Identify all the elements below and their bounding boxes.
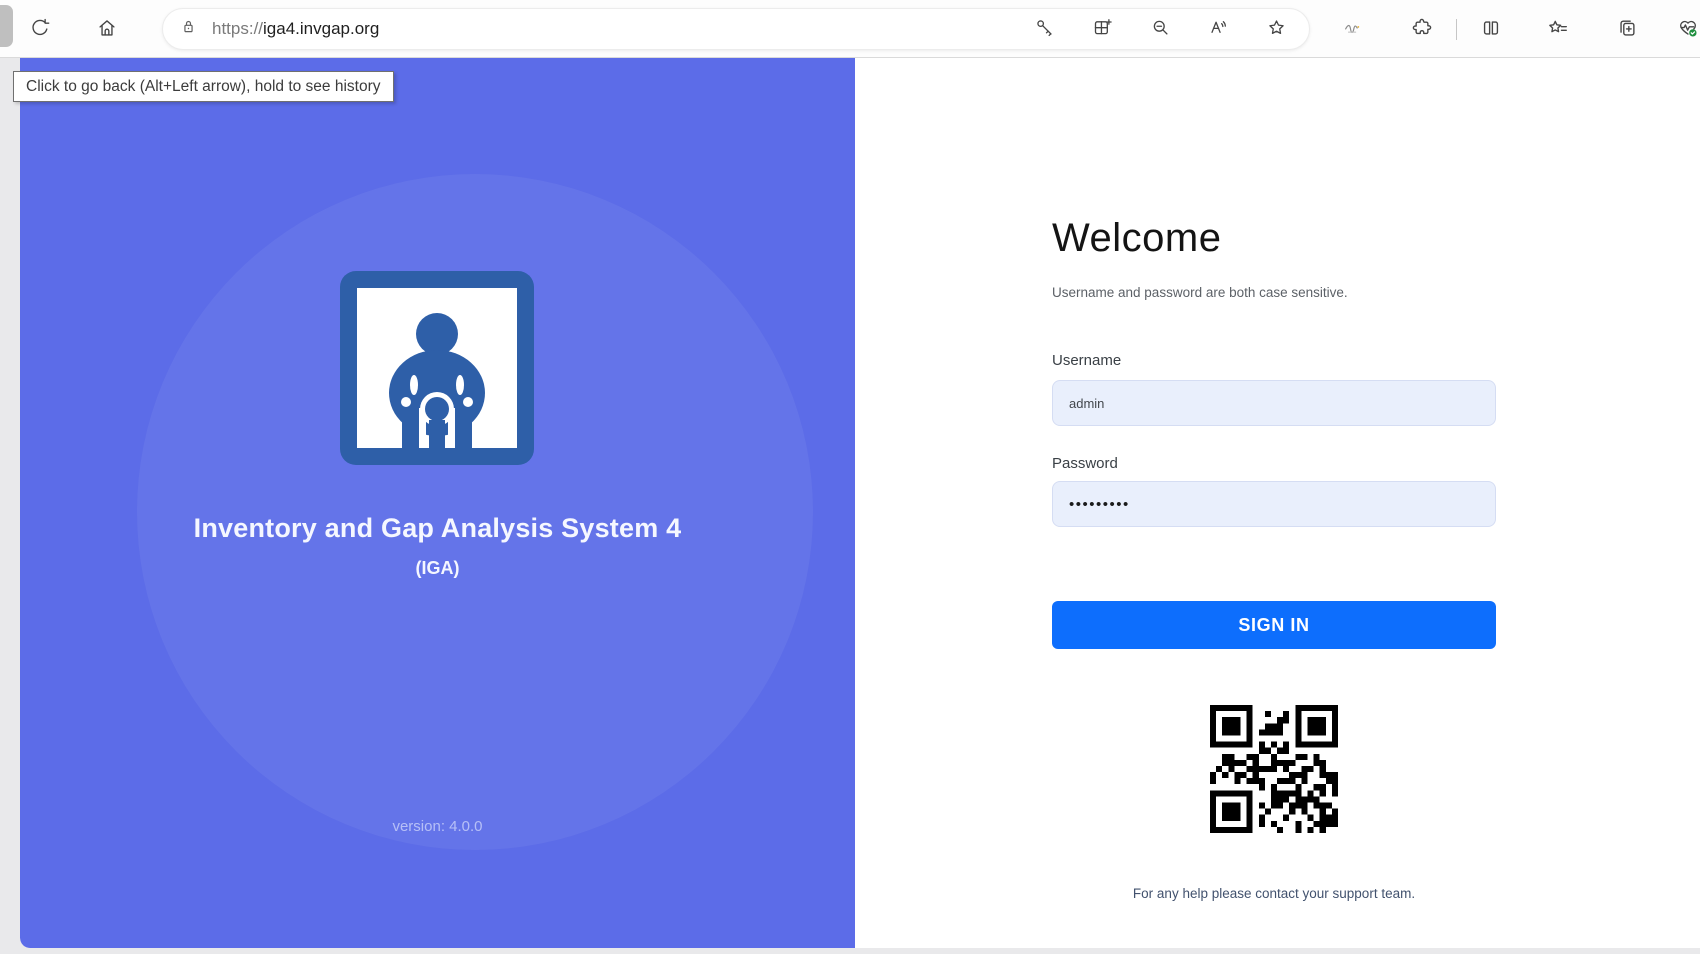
collections-add-icon [1616,17,1638,42]
toolbar-divider [1456,19,1457,40]
login-card: Inventory and Gap Analysis System 4 (IGA… [20,58,1700,948]
app-logo [340,271,534,465]
qr-code [1210,705,1338,833]
browser-toolbar: https://iga4.invgap.org [0,0,1700,58]
favorite-star-icon [1266,17,1287,41]
case-sensitive-note: Username and password are both case sens… [1052,285,1496,300]
extension-icon [1342,17,1364,42]
username-label: Username [1052,352,1496,369]
password-key-icon [1034,17,1055,41]
refresh-button[interactable] [22,11,58,47]
home-button[interactable] [89,11,125,47]
password-input[interactable] [1052,481,1496,527]
branding-panel: Inventory and Gap Analysis System 4 (IGA… [20,58,855,948]
app-acronym: (IGA) [20,558,855,579]
login-panel: Welcome Username and password are both c… [855,58,1700,948]
favorites-list-icon [1547,17,1569,42]
new-tab-layout-button[interactable] [1085,12,1119,46]
site-lock-icon[interactable] [179,17,198,41]
collections-button[interactable] [1609,11,1645,47]
welcome-heading: Welcome [1052,216,1496,261]
url-host: iga4.invgap.org [263,19,379,38]
refresh-icon [29,17,51,42]
back-button-tooltip: Click to go back (Alt+Left arrow), hold … [13,71,394,102]
page-viewport: Inventory and Gap Analysis System 4 (IGA… [0,58,1700,954]
favorites-list-button[interactable] [1540,11,1576,47]
new-tab-layout-icon [1092,17,1113,41]
read-aloud-icon [1208,17,1229,41]
zoom-out-button[interactable] [1143,12,1177,46]
browser-essentials-icon [1677,17,1699,42]
extension-shortcut-button[interactable] [1335,11,1371,47]
password-key-button[interactable] [1027,12,1061,46]
sign-in-button[interactable]: SIGN IN [1052,601,1496,649]
browser-essentials-button[interactable] [1670,11,1700,47]
split-screen-button[interactable] [1473,11,1509,47]
read-aloud-button[interactable] [1201,12,1235,46]
password-label: Password [1052,455,1496,472]
url-text[interactable]: https://iga4.invgap.org [212,19,1027,39]
extensions-button[interactable] [1404,11,1440,47]
address-bar[interactable]: https://iga4.invgap.org [162,8,1310,50]
extensions-puzzle-icon [1411,17,1433,42]
window-edge [0,5,13,47]
url-scheme: https:// [212,19,263,38]
app-title: Inventory and Gap Analysis System 4 [20,513,855,544]
favorite-star-button[interactable] [1259,12,1293,46]
support-help-text: For any help please contact your support… [1052,886,1496,901]
zoom-out-icon [1150,17,1171,41]
home-icon [96,17,118,42]
app-version: version: 4.0.0 [20,818,855,835]
split-screen-icon [1480,17,1502,42]
username-input[interactable] [1052,380,1496,426]
